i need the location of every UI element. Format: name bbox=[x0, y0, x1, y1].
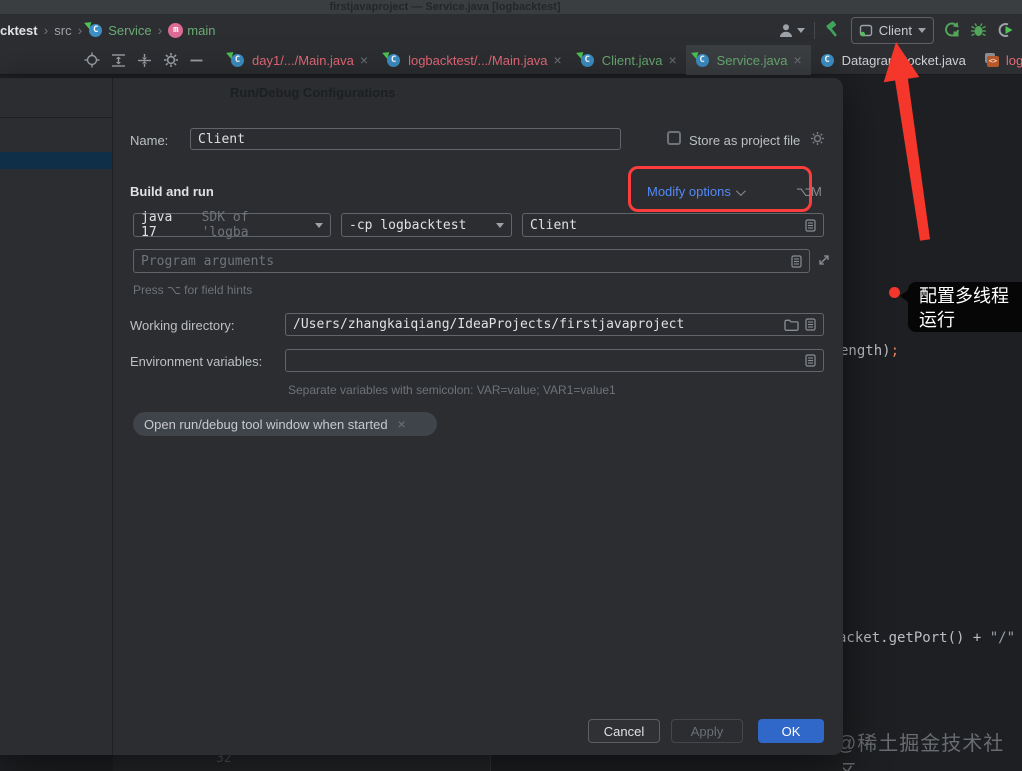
ok-button[interactable]: OK bbox=[758, 719, 824, 743]
tooltip-text-line1: 配置多线程 bbox=[919, 286, 1009, 306]
classpath-dropdown[interactable]: -cp logbacktest bbox=[341, 213, 512, 237]
window-title: firstjavaproject — Service.java [logback… bbox=[329, 1, 561, 13]
chevron-right-icon bbox=[42, 22, 51, 38]
dialog-title: Run/Debug Configurations bbox=[230, 85, 396, 100]
person-icon bbox=[779, 23, 792, 37]
environment-variables-input[interactable] bbox=[285, 349, 824, 372]
tooltip-text-line2: 运行 bbox=[919, 310, 955, 330]
build-hammer-icon[interactable] bbox=[824, 21, 842, 39]
breadcrumb-project[interactable]: cktest bbox=[0, 23, 38, 38]
window-titlebar: firstjavaproject — Service.java [logback… bbox=[0, 0, 1022, 14]
folder-icon[interactable] bbox=[784, 319, 799, 331]
annotation-tooltip: 配置多线程 运行 bbox=[900, 282, 1022, 332]
tooltip-pointer bbox=[900, 290, 908, 302]
field-hints-tip: Press ⌥ for field hints bbox=[133, 283, 253, 297]
insert-macro-icon[interactable] bbox=[805, 318, 816, 331]
chevron-down-icon bbox=[496, 222, 504, 228]
open-tool-window-tag[interactable]: Open run/debug tool window when started bbox=[133, 412, 437, 436]
tab-close-icon[interactable] bbox=[668, 53, 676, 67]
selected-config-row[interactable] bbox=[0, 152, 112, 169]
run-config-name: Client bbox=[878, 22, 912, 38]
collapse-all-icon[interactable] bbox=[137, 53, 152, 68]
panel-divider bbox=[0, 117, 112, 118]
config-list-panel bbox=[0, 78, 113, 755]
class-icon: C bbox=[382, 49, 402, 68]
insert-macro-icon[interactable] bbox=[805, 218, 816, 232]
class-icon: C bbox=[820, 52, 836, 68]
chevron-down-icon bbox=[918, 27, 926, 33]
apply-button[interactable]: Apply bbox=[671, 719, 743, 743]
ide-screen: firstjavaproject — Service.java [logback… bbox=[0, 0, 1022, 771]
store-settings-gear-icon[interactable] bbox=[810, 131, 825, 146]
expand-all-icon[interactable] bbox=[111, 53, 126, 68]
method-icon: m bbox=[168, 22, 184, 38]
store-as-project-file-checkbox[interactable] bbox=[667, 131, 681, 145]
breadcrumb-src[interactable]: src bbox=[54, 23, 71, 38]
remove-tag-icon[interactable] bbox=[398, 417, 406, 431]
breadcrumb-class[interactable]: Service bbox=[108, 23, 151, 38]
red-dot-annotation bbox=[889, 287, 900, 298]
insert-macro-icon[interactable] bbox=[805, 354, 816, 367]
tab-logback-xml[interactable]: <> logback.xml bbox=[975, 45, 1022, 75]
breadcrumb: cktest src C Service m main bbox=[0, 19, 215, 41]
debug-bug-icon[interactable] bbox=[970, 21, 987, 39]
tab-client-java[interactable]: C Client.java bbox=[571, 45, 686, 75]
class-icon: C bbox=[226, 49, 246, 68]
gear-icon[interactable] bbox=[163, 52, 179, 68]
class-icon: C bbox=[84, 19, 104, 38]
user-profile-button[interactable] bbox=[778, 23, 805, 38]
jdk-dropdown[interactable]: java 17 SDK of 'logba bbox=[133, 210, 331, 240]
app-window-icon bbox=[859, 24, 872, 36]
profiler-icon[interactable] bbox=[996, 21, 1014, 39]
project-panel-toolbar bbox=[84, 45, 203, 75]
modify-options-shortcut: ⌥M bbox=[796, 184, 822, 199]
working-directory-label: Working directory: bbox=[130, 318, 235, 333]
tab-logbacktest-main[interactable]: C logbacktest/.../Main.java bbox=[377, 45, 571, 75]
name-label: Name: bbox=[130, 133, 169, 148]
tab-service-java[interactable]: C Service.java bbox=[685, 45, 811, 75]
main-class-input[interactable]: Client bbox=[522, 213, 824, 237]
class-icon: C bbox=[690, 49, 711, 68]
insert-macro-icon[interactable] bbox=[791, 254, 802, 268]
editor-code-line: ength); bbox=[840, 343, 900, 359]
modify-options-link[interactable]: Modify options bbox=[647, 184, 746, 199]
run-debug-configurations-dialog: Run/Debug Configurations Name: Client St… bbox=[0, 78, 843, 755]
chevron-right-icon bbox=[156, 22, 165, 38]
tab-datagramsocket-java[interactable]: C DatagramSocket.java bbox=[811, 45, 975, 75]
editor-tabs: C day1/.../Main.java C logbacktest/.../M… bbox=[221, 45, 1022, 75]
name-input[interactable]: Client bbox=[190, 128, 621, 150]
watermark: @稀土掘金技术社区 bbox=[836, 733, 1005, 771]
working-directory-input[interactable]: /Users/zhangkaiqiang/IdeaProjects/firstj… bbox=[285, 313, 824, 336]
line-number: 32 bbox=[216, 755, 232, 766]
build-and-run-label: Build and run bbox=[130, 184, 214, 199]
breadcrumb-method[interactable]: main bbox=[187, 23, 215, 38]
chevron-right-icon bbox=[76, 22, 85, 38]
editor-gutter bbox=[113, 755, 490, 771]
run-config-selector[interactable]: Client bbox=[850, 16, 934, 44]
expand-field-icon[interactable] bbox=[817, 253, 831, 267]
chevron-down-icon bbox=[315, 222, 323, 228]
editor-code-line: acket.getPort() + "/" bbox=[838, 630, 1016, 646]
chevron-down-icon bbox=[796, 27, 805, 33]
cancel-button[interactable]: Cancel bbox=[588, 719, 660, 743]
main-toolbar: Client bbox=[778, 16, 1014, 44]
toolbar-separator bbox=[813, 21, 815, 39]
editor-bottom-strip: 32 bbox=[113, 755, 843, 771]
locate-target-icon[interactable] bbox=[84, 52, 100, 68]
class-icon: C bbox=[575, 49, 596, 68]
tab-close-icon[interactable] bbox=[360, 53, 368, 67]
environment-variables-label: Environment variables: bbox=[130, 354, 263, 369]
tab-close-icon[interactable] bbox=[554, 53, 562, 67]
program-arguments-input[interactable]: Program arguments bbox=[133, 249, 810, 273]
tab-close-icon[interactable] bbox=[793, 53, 801, 67]
gutter-separator bbox=[490, 755, 491, 771]
store-as-project-file-label: Store as project file bbox=[689, 133, 801, 148]
hide-panel-icon[interactable] bbox=[190, 53, 203, 68]
rerun-icon[interactable] bbox=[943, 21, 961, 39]
environment-variables-hint: Separate variables with semicolon: VAR=v… bbox=[288, 383, 616, 397]
tab-day1-main[interactable]: C day1/.../Main.java bbox=[221, 45, 377, 75]
xml-file-icon: <> bbox=[984, 52, 1000, 68]
